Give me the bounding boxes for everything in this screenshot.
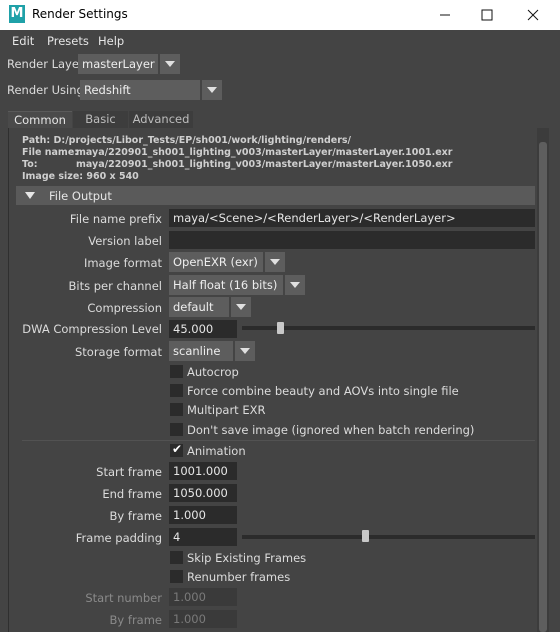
compression-label: Compression xyxy=(87,301,162,315)
frame-padding-slider-handle[interactable] xyxy=(362,530,370,542)
dwa-compression-slider-track[interactable] xyxy=(242,326,535,330)
dwa-compression-level-field[interactable]: 45.000 xyxy=(169,320,237,338)
chevron-down-icon xyxy=(207,87,217,93)
checkmark-icon: ✔ xyxy=(172,442,183,456)
force-combine-checkbox[interactable] xyxy=(170,384,183,397)
frame-padding-field[interactable]: 4 xyxy=(169,528,237,546)
maximize-icon xyxy=(481,9,493,21)
render-using-label: Render Using xyxy=(7,83,84,97)
tab-advanced[interactable]: Advanced xyxy=(129,111,193,128)
file-name-prefix-field[interactable]: maya/<Scene>/<RenderLayer>/<RenderLayer> xyxy=(169,209,535,227)
multipart-exr-label: Multipart EXR xyxy=(187,403,266,417)
animation-checkbox[interactable]: ✔ xyxy=(170,442,183,457)
chevron-down-icon xyxy=(236,304,246,310)
version-label-field[interactable] xyxy=(169,231,535,249)
menu-help[interactable]: Help xyxy=(98,34,124,48)
compression-dropdown[interactable]: default xyxy=(169,297,229,317)
end-frame-label: End frame xyxy=(102,487,162,501)
file-output-section-header[interactable]: File Output xyxy=(16,186,535,205)
to-info-value: maya/220901_sh001_lighting_v003/masterLa… xyxy=(76,159,453,170)
bits-per-channel-label: Bits per channel xyxy=(68,279,162,293)
window-title: Render Settings xyxy=(32,7,128,21)
to-info-label: To: xyxy=(22,159,38,170)
frame-padding-label: Frame padding xyxy=(75,531,162,545)
force-combine-label: Force combine beauty and AOVs into singl… xyxy=(187,384,459,398)
render-layer-label: Render Layer xyxy=(7,57,84,71)
start-frame-label: Start frame xyxy=(96,465,162,479)
storage-format-dropdown[interactable]: scanline xyxy=(169,341,233,361)
autocrop-label: Autocrop xyxy=(187,365,239,379)
start-frame-field[interactable]: 1001.000 xyxy=(169,462,237,480)
menu-presets[interactable]: Presets xyxy=(47,34,89,48)
version-label-label: Version label xyxy=(88,234,162,248)
renumber-frames-checkbox[interactable] xyxy=(170,570,183,583)
tab-common[interactable]: Common xyxy=(8,111,72,128)
storage-format-label: Storage format xyxy=(74,345,162,359)
render-layer-dropdown[interactable]: masterLayer xyxy=(78,54,158,74)
skip-existing-frames-checkbox[interactable] xyxy=(170,551,183,564)
chevron-down-icon xyxy=(165,61,175,67)
frame-padding-slider-track[interactable] xyxy=(242,535,535,539)
render-using-dropdown[interactable]: Redshift xyxy=(80,80,200,100)
render-using-dropdown-arrow[interactable] xyxy=(202,80,222,100)
chevron-down-icon xyxy=(240,348,250,354)
file-name-prefix-label: File name prefix xyxy=(69,212,162,226)
minimize-icon xyxy=(440,14,450,16)
section-title: File Output xyxy=(49,189,112,203)
render-layer-dropdown-arrow[interactable] xyxy=(160,54,180,74)
dont-save-image-label: Don't save image (ignored when batch ren… xyxy=(187,423,475,437)
divider xyxy=(22,440,535,441)
image-format-label: Image format xyxy=(83,256,162,270)
path-info: Path: D:/projects/Libor_Tests/EP/sh001/w… xyxy=(22,135,352,146)
start-number-label: Start number xyxy=(85,591,162,605)
chevron-down-icon xyxy=(270,259,280,265)
by-frame-field[interactable]: 1.000 xyxy=(169,506,237,524)
tab-basic[interactable]: Basic xyxy=(73,111,128,128)
menu-edit[interactable]: Edit xyxy=(12,34,34,48)
end-frame-field[interactable]: 1050.000 xyxy=(169,484,237,502)
bits-per-channel-dropdown-arrow[interactable] xyxy=(285,275,305,295)
dont-save-image-checkbox[interactable] xyxy=(170,423,183,436)
start-number-field[interactable]: 1.000 xyxy=(169,588,237,606)
by-frame-label: By frame xyxy=(109,509,162,523)
scrollbar-thumb[interactable] xyxy=(539,142,547,632)
renumber-frames-label: Renumber frames xyxy=(187,570,291,584)
renumber-by-frame-label: By frame xyxy=(109,613,162,627)
minimize-button[interactable] xyxy=(422,0,468,30)
image-size-info: Image size: 960 x 540 xyxy=(22,171,139,182)
file-name-info-value: maya/220901_sh001_lighting_v003/masterLa… xyxy=(76,147,453,158)
dwa-compression-level-label: DWA Compression Level xyxy=(22,322,162,336)
close-button[interactable] xyxy=(510,0,556,30)
image-format-dropdown-arrow[interactable] xyxy=(265,252,285,272)
storage-format-dropdown-arrow[interactable] xyxy=(235,341,255,361)
file-name-info-label: File name: xyxy=(22,147,79,158)
maximize-button[interactable] xyxy=(464,0,510,30)
dwa-compression-slider-handle[interactable] xyxy=(277,322,285,334)
renumber-by-frame-field[interactable]: 1.000 xyxy=(169,610,237,628)
image-format-dropdown[interactable]: OpenEXR (exr) xyxy=(169,252,263,272)
maya-app-icon: M xyxy=(9,5,25,23)
bits-per-channel-dropdown[interactable]: Half float (16 bits) xyxy=(169,275,283,295)
collapse-triangle-icon xyxy=(25,192,35,199)
autocrop-checkbox[interactable] xyxy=(170,365,183,378)
animation-label: Animation xyxy=(187,444,246,458)
skip-existing-frames-label: Skip Existing Frames xyxy=(187,551,307,565)
close-icon xyxy=(527,9,539,21)
compression-dropdown-arrow[interactable] xyxy=(231,297,251,317)
chevron-down-icon xyxy=(290,282,300,288)
multipart-exr-checkbox[interactable] xyxy=(170,403,183,416)
